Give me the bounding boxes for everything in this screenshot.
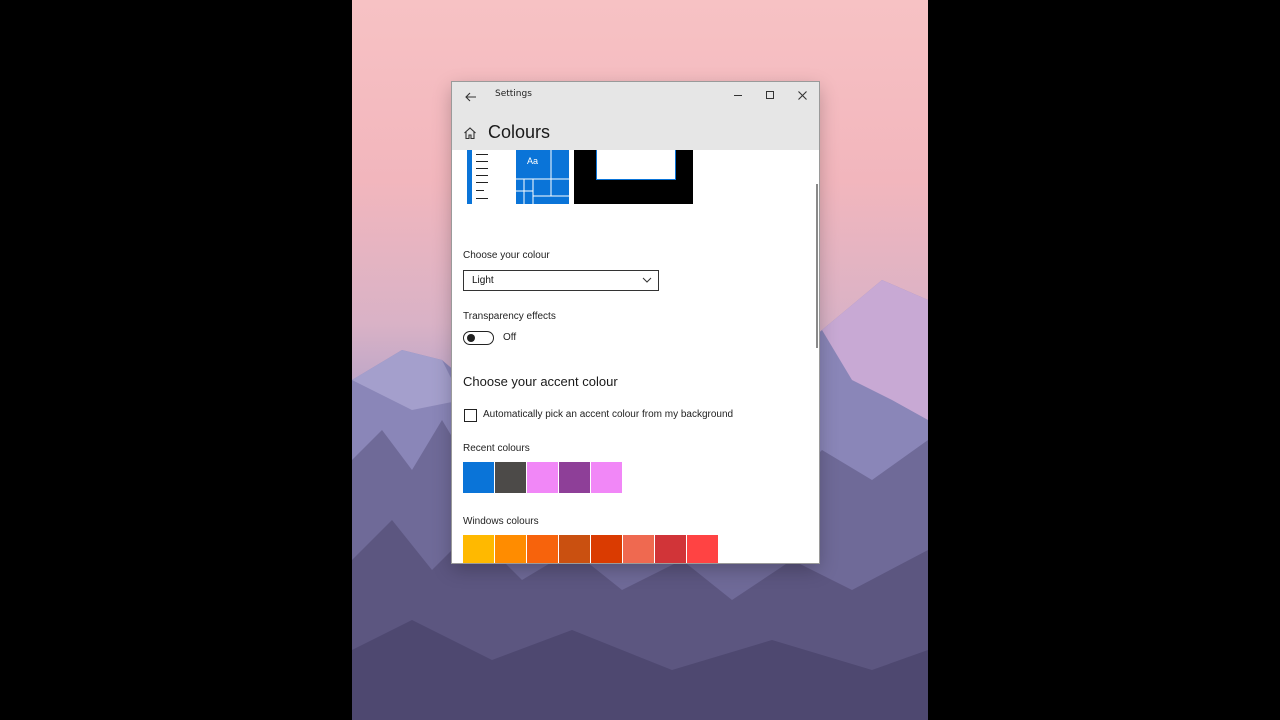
home-icon[interactable] [463, 126, 477, 140]
scrollbar[interactable] [816, 184, 818, 348]
recent-colours-label: Recent colours [463, 443, 530, 454]
theme-preview: Aa [467, 150, 693, 204]
windows-colour-swatch[interactable] [623, 535, 654, 563]
windows-colour-swatch[interactable] [495, 535, 526, 563]
transparency-state: Off [503, 332, 517, 343]
recent-colours-row [463, 462, 622, 493]
windows-colour-swatch[interactable] [463, 535, 494, 563]
close-icon [797, 90, 807, 100]
preview-tiles: Aa [516, 150, 569, 204]
recent-colour-swatch[interactable] [559, 462, 590, 493]
windows-colour-swatch[interactable] [655, 535, 686, 563]
recent-colour-swatch[interactable] [495, 462, 526, 493]
auto-accent-checkbox[interactable] [464, 409, 477, 422]
preview-start-menu [467, 150, 489, 204]
maximize-button[interactable] [754, 84, 786, 106]
windows-colour-swatch[interactable] [591, 535, 622, 563]
accent-section-title: Choose your accent colour [463, 374, 618, 389]
minimize-icon [734, 94, 742, 96]
colour-mode-value: Light [472, 275, 494, 286]
maximize-icon [766, 91, 774, 99]
windows-colour-swatch[interactable] [527, 535, 558, 563]
preview-window [574, 150, 693, 204]
recent-colour-swatch[interactable] [591, 462, 622, 493]
colour-mode-dropdown[interactable]: Light [463, 270, 659, 291]
windows-colours-row [463, 535, 718, 563]
recent-colour-swatch[interactable] [463, 462, 494, 493]
settings-window: Settings Colours Aa Choose your colour L… [452, 82, 819, 563]
close-button[interactable] [786, 84, 818, 106]
windows-colour-swatch[interactable] [559, 535, 590, 563]
back-arrow-icon[interactable] [460, 86, 482, 108]
auto-accent-label: Automatically pick an accent colour from… [483, 409, 734, 420]
recent-colour-swatch[interactable] [527, 462, 558, 493]
transparency-toggle[interactable] [463, 331, 494, 345]
chevron-down-icon [642, 277, 652, 283]
choose-colour-label: Choose your colour [463, 250, 550, 261]
windows-colour-swatch[interactable] [687, 535, 718, 563]
windows-colours-label: Windows colours [463, 516, 539, 527]
page-title: Colours [488, 122, 551, 142]
transparency-label: Transparency effects [463, 311, 556, 322]
window-title: Settings [495, 89, 532, 99]
settings-content: Aa Choose your colour Light Transparency… [452, 150, 819, 563]
minimize-button[interactable] [722, 84, 754, 106]
title-bar: Settings Colours [452, 82, 819, 150]
